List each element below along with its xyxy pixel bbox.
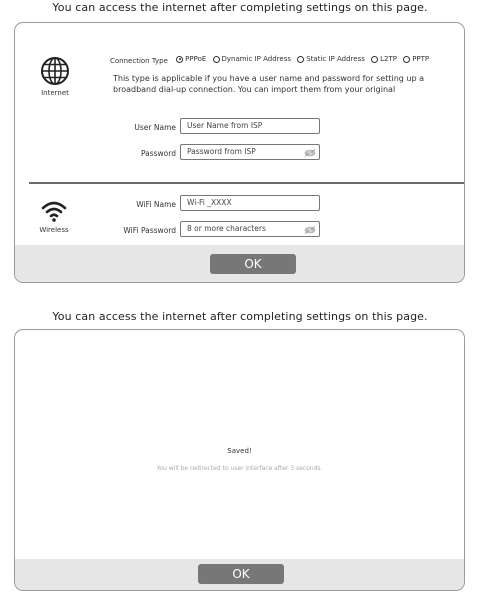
- ok-button[interactable]: OK: [198, 564, 284, 584]
- user-name-label: User Name: [134, 123, 176, 132]
- redirect-message: You will be redirected to user interface…: [156, 465, 323, 472]
- radio-label: PPTP: [412, 55, 430, 63]
- radio-button[interactable]: [403, 55, 411, 63]
- password-label: Password: [140, 149, 176, 158]
- page-heading: You can access the internet after comple…: [52, 310, 428, 323]
- password-input[interactable]: Password from ISP: [180, 144, 320, 160]
- globe-icon: [40, 56, 70, 90]
- radio-button[interactable]: [297, 55, 305, 63]
- radio-label: PPPoE: [185, 55, 207, 63]
- section-divider: [29, 182, 464, 184]
- radio-button[interactable]: [212, 55, 220, 63]
- user-name-input[interactable]: User Name from ISP: [180, 118, 320, 134]
- password-placeholder: Password from ISP: [187, 147, 256, 156]
- settings-panel: Internet Connection Type PPPoE Dynamic I…: [14, 22, 465, 283]
- ok-button[interactable]: OK: [210, 254, 296, 274]
- radio-static-ip[interactable]: Static IP Address: [297, 55, 365, 63]
- radio-label: Dynamic IP Address: [221, 55, 291, 63]
- user-name-placeholder: User Name from ISP: [187, 121, 263, 130]
- wifi-name-input[interactable]: Wi-Fi _XXXX: [180, 195, 320, 211]
- connection-type-row: Connection Type PPPoE Dynamic IP Address…: [110, 55, 433, 65]
- eye-icon[interactable]: [304, 225, 316, 239]
- wifi-icon: [41, 199, 67, 227]
- saved-panel: Saved! You will be redirected to user in…: [14, 329, 465, 591]
- eye-icon[interactable]: [304, 148, 316, 162]
- panel-footer: OK: [15, 245, 464, 282]
- radio-pppoe[interactable]: PPPoE: [176, 55, 206, 63]
- connection-type-label: Connection Type: [110, 56, 168, 65]
- panel-footer: OK: [15, 559, 464, 590]
- wifi-password-label: WiFi Password: [123, 226, 176, 235]
- radio-dynamic-ip[interactable]: Dynamic IP Address: [212, 55, 291, 63]
- radio-label: Static IP Address: [306, 55, 365, 63]
- wifi-password-placeholder: 8 or more characters: [187, 224, 266, 233]
- page-heading: You can access the internet after comple…: [52, 1, 428, 14]
- internet-label: Internet: [41, 89, 69, 97]
- wifi-name-value: Wi-Fi _XXXX: [187, 198, 232, 207]
- radio-l2tp[interactable]: L2TP: [371, 55, 397, 63]
- radio-button[interactable]: [176, 55, 184, 63]
- radio-button[interactable]: [371, 55, 379, 63]
- radio-label: L2TP: [380, 55, 397, 63]
- saved-message: Saved!: [227, 447, 252, 455]
- wifi-name-label: WiFi Name: [136, 200, 176, 209]
- wireless-label: Wireless: [39, 226, 69, 234]
- wifi-password-input[interactable]: 8 or more characters: [180, 221, 320, 237]
- radio-pptp[interactable]: PPTP: [403, 55, 429, 63]
- connection-description: This type is applicable if you have a us…: [113, 74, 425, 94]
